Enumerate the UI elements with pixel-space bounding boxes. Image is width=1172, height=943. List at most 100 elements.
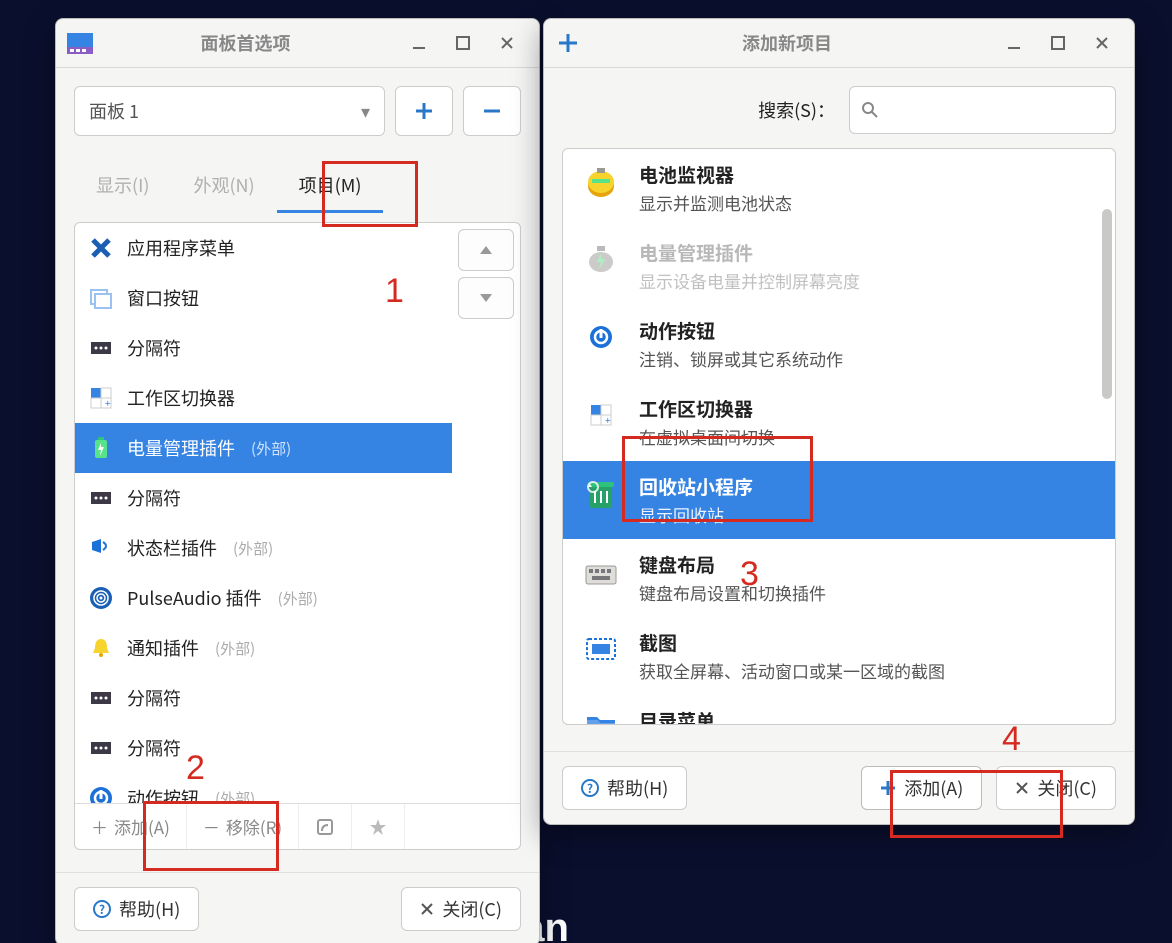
- list-item[interactable]: + 工作区切换器: [75, 373, 452, 423]
- available-items-list[interactable]: 电池监视器显示并监测电池状态电量管理插件显示设备电量并控制屏幕亮度动作按钮注销、…: [562, 148, 1116, 725]
- available-item[interactable]: 电量管理插件显示设备电量并控制屏幕亮度: [563, 227, 1115, 305]
- svg-text:+: +: [105, 395, 111, 410]
- close-icon: [420, 902, 434, 916]
- item-desc: 获取全屏幕、活动窗口或某一区域的截图: [639, 658, 945, 683]
- item-desc: 键盘布局设置和切换插件: [639, 580, 826, 605]
- move-up-button[interactable]: [458, 229, 514, 271]
- minimize-button[interactable]: [397, 27, 441, 59]
- trash-icon: [581, 473, 621, 513]
- tab-appearance[interactable]: 外观(N): [171, 160, 276, 213]
- properties-button[interactable]: [299, 804, 352, 849]
- list-item[interactable]: 窗口按钮: [75, 273, 452, 323]
- item-title: 电量管理插件: [639, 239, 860, 266]
- item-title: 截图: [639, 629, 945, 656]
- add-item-button[interactable]: ＋添加(A): [75, 804, 187, 849]
- workspace-icon: +: [87, 384, 115, 412]
- close-dialog-button[interactable]: 关闭(C): [401, 887, 521, 931]
- items-list[interactable]: 应用程序菜单窗口按钮分隔符+工作区切换器电量管理插件(外部)分隔符状态栏插件(外…: [75, 223, 452, 803]
- item-ext: (外部): [233, 538, 273, 559]
- plus-icon: ＋: [91, 814, 108, 839]
- available-item[interactable]: 电池监视器显示并监测电池状态: [563, 149, 1115, 227]
- close-button[interactable]: [1080, 27, 1124, 59]
- apps-icon: [87, 234, 115, 262]
- tab-display[interactable]: 显示(I): [74, 160, 171, 213]
- item-ext: (外部): [215, 638, 255, 659]
- add-button[interactable]: 添加(A): [861, 766, 982, 810]
- item-title: 目录菜单: [639, 707, 792, 725]
- list-item[interactable]: 状态栏插件(外部): [75, 523, 452, 573]
- star-icon: [368, 817, 388, 837]
- panel-add-button[interactable]: [395, 86, 453, 136]
- workspace-icon: +: [581, 395, 621, 435]
- help-button[interactable]: ? 帮助(H): [74, 887, 199, 931]
- item-desc: 显示并监测电池状态: [639, 190, 792, 215]
- minimize-button[interactable]: [992, 27, 1036, 59]
- sep-icon: [87, 684, 115, 712]
- available-item[interactable]: +工作区切换器在虚拟桌面间切换: [563, 383, 1115, 461]
- power-icon: [581, 317, 621, 357]
- items-toolbar: ＋添加(A) －移除(R): [75, 803, 520, 849]
- close-label: 关闭(C): [1037, 775, 1097, 801]
- item-title: 电池监视器: [639, 161, 792, 188]
- chevron-down-icon: ▾: [361, 98, 370, 124]
- item-desc: 显示回收站: [639, 502, 753, 527]
- item-label: 分隔符: [127, 335, 181, 361]
- close-dialog-button[interactable]: 关闭(C): [996, 766, 1116, 810]
- item-label: 分隔符: [127, 685, 181, 711]
- available-item[interactable]: 动作按钮注销、锁屏或其它系统动作: [563, 305, 1115, 383]
- item-label: 工作区切换器: [127, 385, 235, 411]
- list-item[interactable]: 应用程序菜单: [75, 223, 452, 273]
- screenshot-icon: [581, 629, 621, 669]
- item-label: 动作按钮: [127, 785, 199, 803]
- available-item[interactable]: 目录菜单在菜单中显示目录树: [563, 695, 1115, 725]
- list-item[interactable]: 分隔符: [75, 723, 452, 773]
- list-item[interactable]: 分隔符: [75, 473, 452, 523]
- svg-text:?: ?: [99, 901, 105, 918]
- maximize-button[interactable]: [1036, 27, 1080, 59]
- remove-item-button[interactable]: －移除(R): [187, 804, 299, 849]
- batt2-icon: [581, 239, 621, 279]
- about-button[interactable]: [352, 804, 405, 849]
- panel-select[interactable]: 面板 1 ▾: [74, 86, 385, 136]
- remove-item-label: 移除(R): [226, 814, 282, 839]
- list-item[interactable]: 通知插件 (外部): [75, 623, 452, 673]
- item-label: 分隔符: [127, 735, 181, 761]
- windows-icon: [87, 284, 115, 312]
- list-item[interactable]: PulseAudio 插件 (外部): [75, 573, 452, 623]
- available-item[interactable]: 回收站小程序显示回收站: [563, 461, 1115, 539]
- help-icon: ?: [581, 779, 599, 797]
- item-label: 电量管理插件: [127, 435, 235, 461]
- available-item[interactable]: 截图获取全屏幕、活动窗口或某一区域的截图: [563, 617, 1115, 695]
- plus-icon: [880, 780, 896, 796]
- maximize-button[interactable]: [441, 27, 485, 59]
- item-title: 回收站小程序: [639, 473, 753, 500]
- search-input[interactable]: [849, 86, 1116, 134]
- tab-items[interactable]: 项目(M): [277, 160, 384, 213]
- sep-icon: [87, 734, 115, 762]
- list-item[interactable]: 动作按钮(外部): [75, 773, 452, 803]
- scrollbar-thumb[interactable]: [1102, 209, 1112, 399]
- app-icon: [66, 29, 94, 57]
- help-label: 帮助(H): [607, 775, 668, 801]
- item-label: 窗口按钮: [127, 285, 199, 311]
- close-button[interactable]: [485, 27, 529, 59]
- list-item[interactable]: 分隔符: [75, 673, 452, 723]
- item-ext: (外部): [278, 588, 318, 609]
- list-item[interactable]: 分隔符: [75, 323, 452, 373]
- panel-preferences-window: 面板首选项 面板 1 ▾ 显示(I) 外观(N) 项目: [55, 18, 540, 943]
- item-desc: 显示设备电量并控制屏幕亮度: [639, 268, 860, 293]
- list-item[interactable]: 电量管理插件(外部): [75, 423, 452, 473]
- move-down-button[interactable]: [458, 277, 514, 319]
- available-item[interactable]: 键盘布局键盘布局设置和切换插件: [563, 539, 1115, 617]
- item-label: PulseAudio 插件: [127, 585, 262, 611]
- panel-select-value: 面板 1: [89, 98, 139, 124]
- help-label: 帮助(H): [119, 896, 180, 922]
- close-icon: [1015, 781, 1029, 795]
- power-icon: [87, 784, 115, 803]
- add-item-label: 添加(A): [114, 814, 170, 839]
- item-label: 通知插件: [127, 635, 199, 661]
- close-label: 关闭(C): [442, 896, 502, 922]
- panel-remove-button[interactable]: [463, 86, 521, 136]
- sep-icon: [87, 484, 115, 512]
- help-button[interactable]: ? 帮助(H): [562, 766, 687, 810]
